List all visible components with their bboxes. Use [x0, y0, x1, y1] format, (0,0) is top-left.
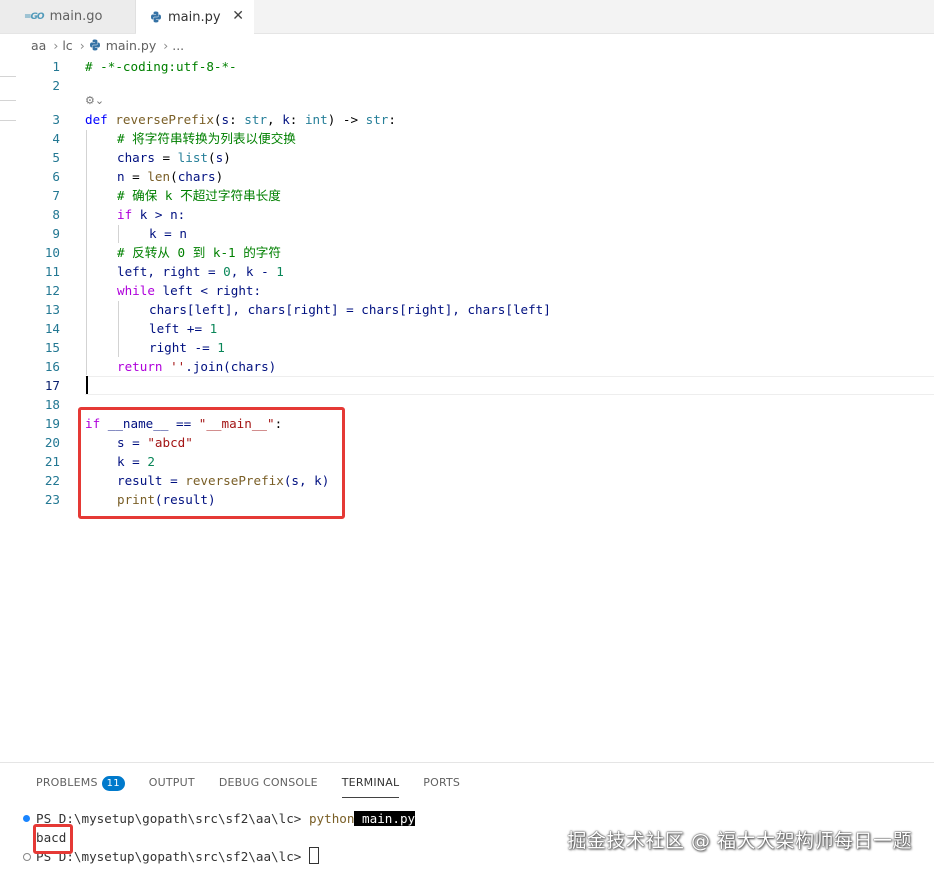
- line-number: 19: [44, 416, 60, 431]
- code-line-14: left += 1: [149, 321, 218, 336]
- chevron-right-icon: ›: [53, 37, 59, 53]
- line-number: 3: [52, 112, 60, 127]
- terminal-line-1: PS D:\mysetup\gopath\src\sf2\aa\lc> pyth…: [36, 811, 416, 826]
- code-line-8: if k > n:: [117, 207, 186, 222]
- code-line-5: chars = list(s): [117, 150, 231, 165]
- tab-output[interactable]: OUTPUT: [149, 775, 195, 797]
- line-number: 11: [44, 264, 60, 279]
- line-number-current: 17: [44, 378, 60, 393]
- code-line-15: right -= 1: [149, 340, 225, 355]
- breadcrumb-item-symbol[interactable]: ...: [172, 38, 184, 53]
- command-pending-dot[interactable]: [23, 853, 31, 861]
- line-number: 8: [52, 207, 60, 222]
- chevron-right-icon: ›: [163, 37, 169, 53]
- tab-problems[interactable]: PROBLEMS 11: [36, 775, 125, 797]
- indent-guide: [118, 301, 119, 357]
- line-number: 12: [44, 283, 60, 298]
- line-number: 10: [44, 245, 60, 260]
- line-number: 21: [44, 454, 60, 469]
- line-number: 20: [44, 435, 60, 450]
- tab-label: main.py: [168, 9, 221, 25]
- code-line-9: k = n: [149, 226, 187, 241]
- chevron-right-icon: ›: [79, 37, 85, 53]
- code-line-13: chars[left], chars[right] = chars[right]…: [149, 302, 551, 317]
- code-line-10: # 反转从 0 到 k-1 的字符: [117, 245, 281, 260]
- tab-main-go[interactable]: =GO main.go: [0, 0, 136, 33]
- code-line-3: def reversePrefix(s: str, k: int) -> str…: [85, 112, 396, 127]
- code-line-1: # -*-coding:utf-8-*-: [85, 59, 237, 74]
- panel-tabs: PROBLEMS 11 OUTPUT DEBUG CONSOLE TERMINAL…: [36, 775, 484, 798]
- tab-debug-console[interactable]: DEBUG CONSOLE: [219, 775, 318, 797]
- code-line-7: # 确保 k 不超过字符串长度: [117, 188, 281, 203]
- text-cursor: [86, 376, 88, 394]
- code-line-4: # 将字符串转换为列表以便交换: [117, 131, 296, 146]
- tab-label: main.go: [49, 9, 103, 24]
- line-number: 2: [52, 78, 60, 93]
- line-number: 7: [52, 188, 60, 203]
- go-icon: =GO: [24, 11, 45, 22]
- terminal-line-2[interactable]: PS D:\mysetup\gopath\src\sf2\aa\lc>: [36, 847, 319, 866]
- highlight-box-main-block: [78, 407, 345, 519]
- python-icon: [89, 39, 100, 51]
- indent-guide: [118, 225, 119, 243]
- line-number: 4: [52, 131, 60, 146]
- indent-guide: [86, 130, 87, 375]
- highlight-box-output: [33, 824, 73, 854]
- line-number: 16: [44, 359, 60, 374]
- line-number: 23: [44, 492, 60, 507]
- code-line-6: n = len(chars): [117, 169, 224, 184]
- breadcrumb: aa › lc › main.py › ...: [0, 34, 934, 56]
- line-number: 18: [44, 397, 60, 412]
- gear-icon[interactable]: ⚙︎⌄: [85, 94, 104, 107]
- breadcrumb-item-aa[interactable]: aa: [31, 38, 46, 53]
- current-line-highlight: [85, 376, 934, 395]
- watermark: 掘金技术社区 @ 福大大架构师每日一题: [567, 830, 912, 852]
- line-number: 1: [52, 59, 60, 74]
- terminal-cursor: [308, 847, 319, 864]
- line-number: 6: [52, 169, 60, 184]
- breadcrumb-item-file[interactable]: main.py: [106, 38, 157, 53]
- breadcrumb-item-lc[interactable]: lc: [62, 38, 72, 53]
- command-success-dot[interactable]: [23, 815, 30, 822]
- line-number: 5: [52, 150, 60, 165]
- code-editor[interactable]: 1 2 3 4 5 6 7 8 9 10 11 12 13 14 15 16 1…: [0, 56, 934, 761]
- line-number: 13: [44, 302, 60, 317]
- code-line-11: left, right = 0, k - 1: [117, 264, 284, 279]
- problems-count-badge: 11: [101, 776, 125, 791]
- code-line-16: return ''.join(chars): [117, 359, 277, 374]
- python-icon: [151, 11, 161, 23]
- tab-terminal[interactable]: TERMINAL: [341, 775, 400, 798]
- editor-tab-bar: =GO main.go main.py ✕: [0, 0, 934, 34]
- code-line-12: while left < right:: [117, 283, 262, 298]
- tab-ports[interactable]: PORTS: [423, 775, 460, 797]
- tab-main-py[interactable]: main.py ✕: [136, 0, 254, 34]
- line-number: 15: [44, 340, 60, 355]
- line-number: 14: [44, 321, 60, 336]
- line-number: 22: [44, 473, 60, 488]
- line-number: 9: [52, 226, 60, 241]
- close-icon[interactable]: ✕: [232, 8, 244, 24]
